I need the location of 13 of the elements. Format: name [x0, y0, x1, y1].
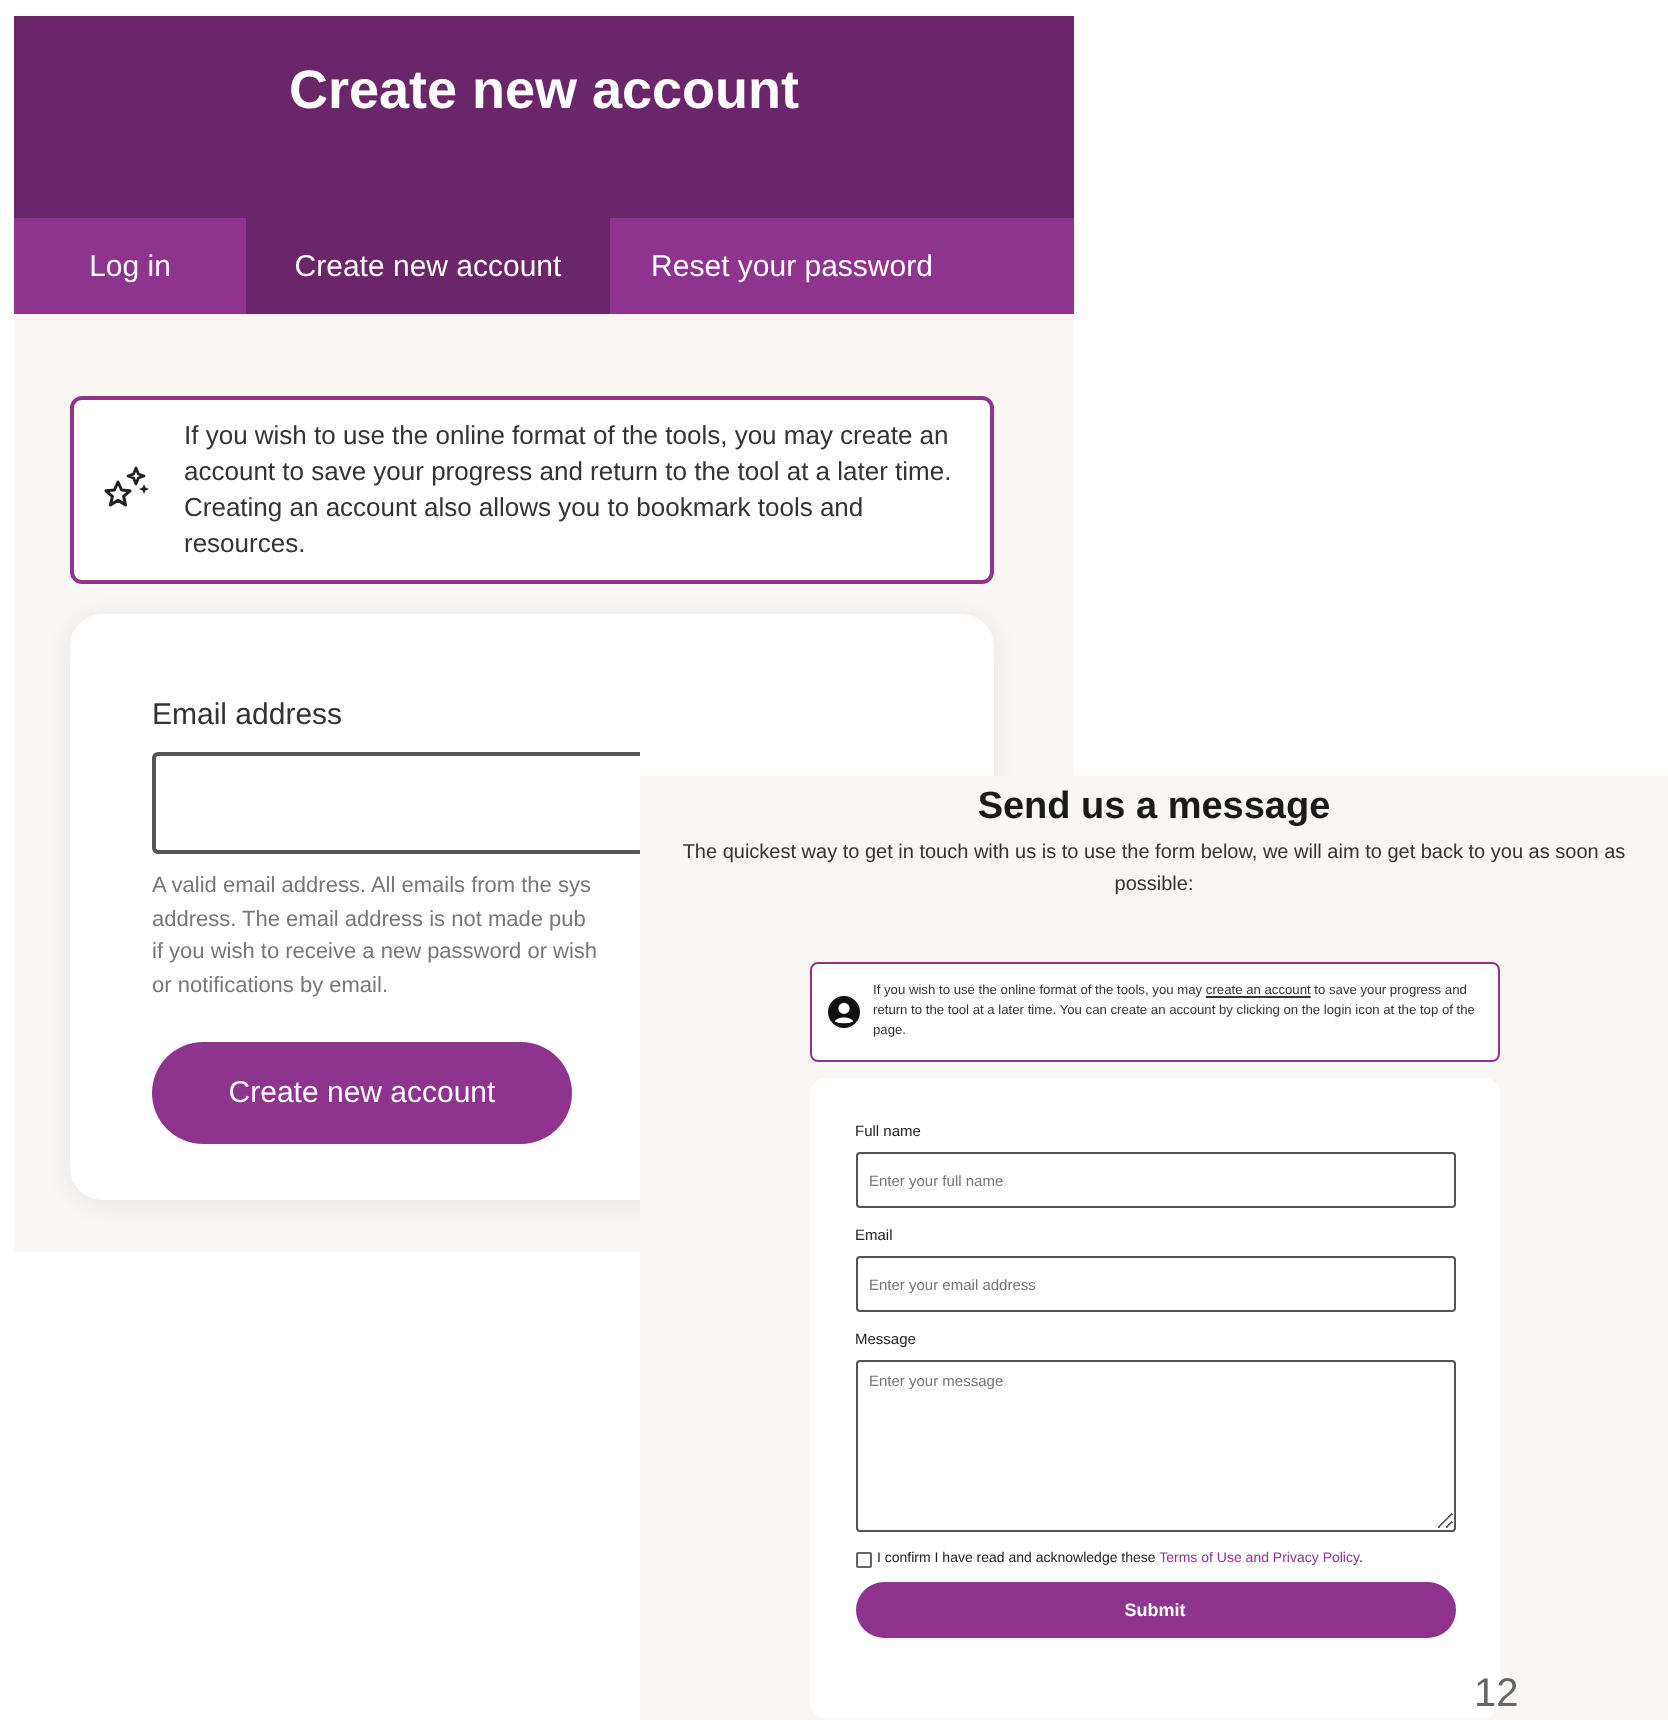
user-icon	[827, 996, 859, 1028]
page-number: 12	[1474, 1672, 1519, 1716]
checkbox[interactable]	[855, 1552, 871, 1568]
field-label: Email address	[152, 698, 343, 734]
page-title: Send us a message	[977, 784, 1331, 832]
create-account-button[interactable]: Create new account	[152, 1042, 572, 1144]
page-title: Create new account	[288, 58, 800, 124]
submit-button[interactable]: Submit	[855, 1582, 1455, 1638]
notice-text: If you wish to use the online format of the tools, you may create an account to save your progress and return to the tool at a later time. Creating an account also allows you to bookmark tools and resources.	[184, 418, 954, 562]
tab[interactable]: Create new account	[246, 218, 610, 314]
email-field[interactable]	[152, 752, 640, 854]
help-text: A valid email address. All emails from the sys address. The email address is not made pub if you wish to receive a new password or wish or notifications by email.	[152, 872, 598, 1001]
intro-text: The quickest way to get in touch with us is to use the form below, we will aim to get back to you as soon as possible:	[680, 840, 1628, 900]
